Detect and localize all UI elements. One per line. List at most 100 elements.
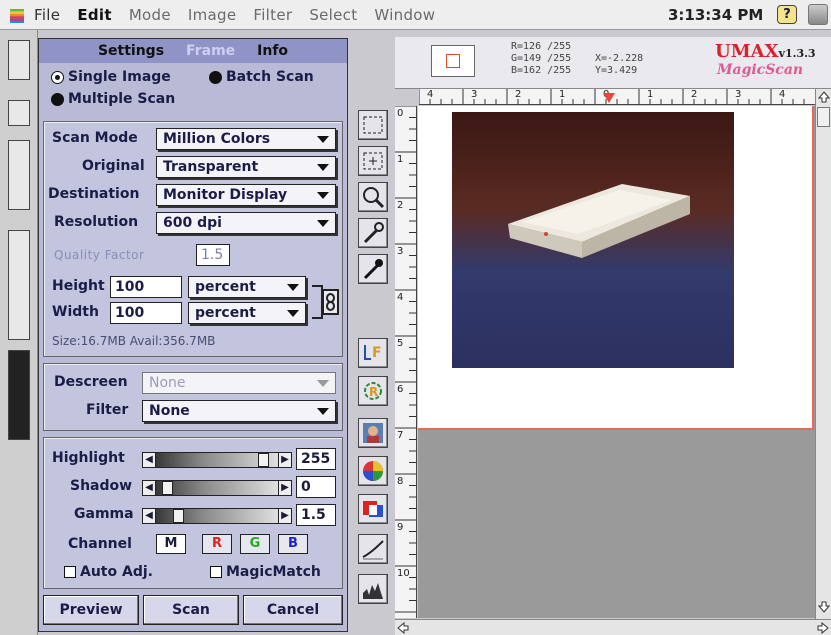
slider-thumb[interactable] xyxy=(162,481,173,495)
gamma-slider[interactable]: ◀ ▶ xyxy=(142,508,292,524)
curves-tool[interactable] xyxy=(358,534,388,564)
eyedropper-white-tool[interactable] xyxy=(358,218,388,248)
width-unit-popup[interactable]: percent xyxy=(188,302,306,324)
preview-button[interactable]: Preview xyxy=(43,595,139,625)
menu-mode[interactable]: Mode xyxy=(129,6,171,24)
menu-file[interactable]: File xyxy=(34,6,60,24)
scroll-down-icon[interactable] xyxy=(818,601,830,613)
marquee-tool[interactable] xyxy=(358,110,388,140)
shadow-value-field[interactable]: 0 xyxy=(296,476,336,498)
tab-frame[interactable]: Frame xyxy=(186,43,235,59)
arrow-right-icon[interactable]: ▶ xyxy=(278,509,291,523)
vertical-ruler: 0 1 2 3 4 5 6 7 8 9 10 xyxy=(395,106,417,618)
menu-window[interactable]: Window xyxy=(374,6,435,24)
apple-menu-icon[interactable] xyxy=(10,6,24,23)
gamma-value-field[interactable]: 1.5 xyxy=(296,504,336,526)
slider-thumb[interactable] xyxy=(258,453,269,467)
original-popup[interactable]: Transparent xyxy=(156,156,336,178)
original-label: Original xyxy=(82,158,145,174)
slider-thumb[interactable] xyxy=(173,509,184,523)
preview-canvas[interactable] xyxy=(418,106,815,618)
arrow-left-icon[interactable]: ◀ xyxy=(143,481,156,495)
highlight-value-field[interactable]: 255 xyxy=(296,448,336,470)
svg-text:R: R xyxy=(369,385,378,399)
resolution-label: Resolution xyxy=(54,214,139,230)
background-window-edge[interactable] xyxy=(8,350,30,440)
rotate-tool[interactable]: R xyxy=(358,376,388,406)
horizontal-scrollbar[interactable] xyxy=(395,619,831,635)
ruler-label: 4 xyxy=(427,89,434,100)
tab-info[interactable]: Info xyxy=(257,43,288,59)
color-wheel-tool[interactable] xyxy=(358,456,388,486)
highlight-slider[interactable]: ◀ ▶ xyxy=(142,452,292,468)
link-proportions-icon[interactable] xyxy=(310,282,340,322)
preview-thumbnail-button[interactable] xyxy=(431,45,475,77)
scan-settings-panel: Settings Frame Info Single Image Batch S… xyxy=(38,38,348,632)
magicmatch-checkbox[interactable]: MagicMatch xyxy=(210,564,321,580)
histogram-tool[interactable] xyxy=(358,574,388,604)
menu-image[interactable]: Image xyxy=(188,6,236,24)
chevron-down-icon xyxy=(317,136,329,143)
channel-m-button[interactable]: M xyxy=(156,534,186,554)
vertical-scrollbar[interactable] xyxy=(815,89,831,619)
destination-popup[interactable]: Monitor Display xyxy=(156,184,336,206)
height-field[interactable]: 100 xyxy=(110,276,182,298)
rgb-readout: R=126 /255 G=149 /255 B=162 /255 xyxy=(511,41,571,77)
menu-select[interactable]: Select xyxy=(309,6,357,24)
descreen-popup[interactable]: None xyxy=(142,372,336,394)
auto-adj-checkbox[interactable]: Auto Adj. xyxy=(64,564,153,580)
scroll-up-icon[interactable] xyxy=(818,91,830,103)
arrow-right-icon[interactable]: ▶ xyxy=(278,481,291,495)
ruler-position-marker-icon xyxy=(603,93,615,103)
width-label: Width xyxy=(52,304,99,320)
blue-value: B=162 /255 xyxy=(511,65,572,76)
menu-edit[interactable]: Edit xyxy=(77,6,112,24)
arrow-left-icon[interactable]: ◀ xyxy=(143,509,156,523)
width-field[interactable]: 100 xyxy=(110,302,182,324)
arrow-left-icon[interactable]: ◀ xyxy=(143,453,156,467)
magnifier-icon xyxy=(363,187,385,209)
umax-logo: UMAXv1.3.3 xyxy=(715,41,816,62)
channel-r-button[interactable]: R xyxy=(202,534,232,554)
scan-area[interactable] xyxy=(418,106,814,430)
image-adjust-tool[interactable] xyxy=(358,418,388,448)
scroll-left-icon[interactable] xyxy=(397,622,409,634)
ruler-label: 10 xyxy=(397,568,410,579)
background-window-edge[interactable] xyxy=(8,40,30,80)
cancel-button[interactable]: Cancel xyxy=(243,595,343,625)
radio-single-image[interactable]: Single Image xyxy=(51,69,171,85)
radio-multiple-scan[interactable]: Multiple Scan xyxy=(51,91,175,107)
ruler-label: 1 xyxy=(647,89,654,100)
info-bar: R=126 /255 G=149 /255 B=162 /255 X=-2.22… xyxy=(395,37,831,89)
curve-icon xyxy=(362,540,384,560)
magicscan-logo: MagicScan xyxy=(717,62,804,78)
shadow-slider[interactable]: ◀ ▶ xyxy=(142,480,292,496)
filter-popup[interactable]: None xyxy=(142,400,336,422)
move-tool[interactable] xyxy=(358,146,388,176)
channel-g-button[interactable]: G xyxy=(240,534,270,554)
application-menu-icon[interactable] xyxy=(808,4,828,25)
help-icon[interactable]: ? xyxy=(777,5,797,24)
radio-selected-icon xyxy=(51,70,64,84)
tab-settings[interactable]: Settings xyxy=(98,43,164,59)
resolution-popup[interactable]: 600 dpi xyxy=(156,212,336,234)
radio-batch-scan[interactable]: Batch Scan xyxy=(209,69,314,85)
quality-factor-field[interactable]: 1.5 xyxy=(196,244,230,266)
eyedropper-black-tool[interactable] xyxy=(358,254,388,284)
background-window-edge[interactable] xyxy=(8,140,30,210)
zoom-tool[interactable] xyxy=(358,182,388,212)
channel-b-button[interactable]: B xyxy=(278,534,308,554)
height-unit-popup[interactable]: percent xyxy=(188,276,306,298)
menu-filter[interactable]: Filter xyxy=(253,6,292,24)
scan-button[interactable]: Scan xyxy=(143,595,239,625)
background-window-edge[interactable] xyxy=(8,100,30,126)
background-window-edge[interactable] xyxy=(8,230,30,340)
scroll-right-icon[interactable] xyxy=(817,622,829,634)
radio-icon xyxy=(209,70,222,84)
focus-tool[interactable]: F xyxy=(358,338,388,368)
scan-mode-popup[interactable]: Million Colors xyxy=(156,128,336,150)
arrow-right-icon[interactable]: ▶ xyxy=(278,453,291,467)
color-balance-tool[interactable] xyxy=(358,494,388,524)
svg-text:F: F xyxy=(372,345,382,361)
scroll-thumb[interactable] xyxy=(817,107,830,127)
